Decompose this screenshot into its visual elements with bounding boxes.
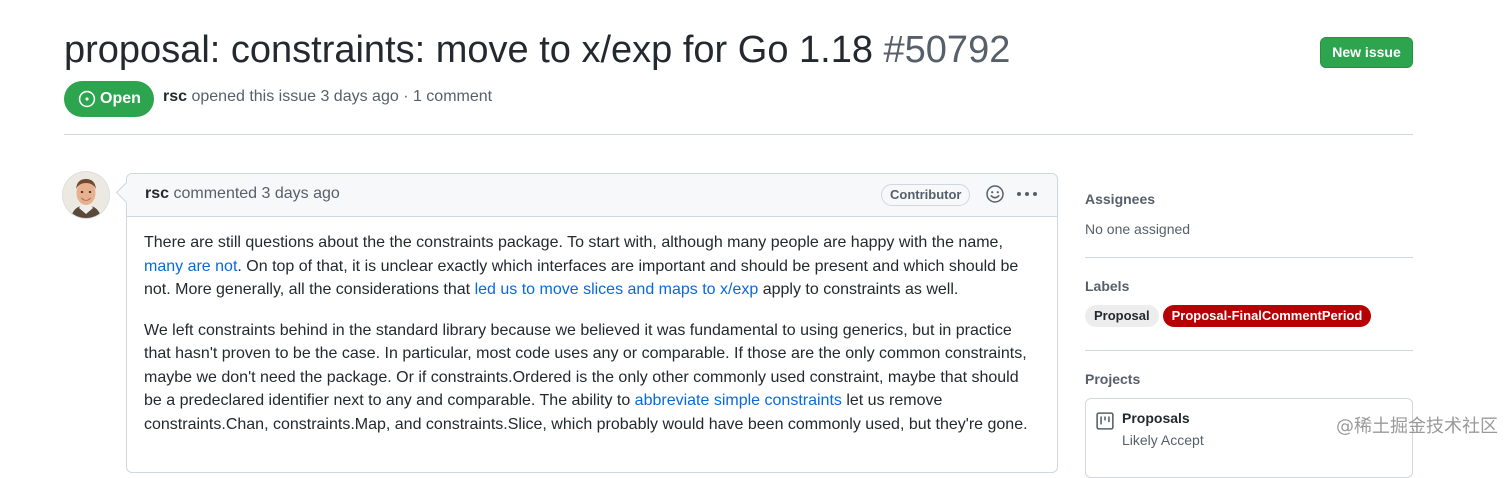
- kebab-horizontal-icon[interactable]: [1015, 184, 1039, 204]
- issue-author-link[interactable]: rsc: [163, 88, 187, 105]
- issue-meta: rsc opened this issue 3 days ago · 1 com…: [163, 88, 492, 106]
- label-proposal[interactable]: Proposal: [1085, 305, 1159, 327]
- comment-text-segment: let us remove: [841, 392, 943, 409]
- assignees-value: No one assigned: [1085, 221, 1191, 237]
- user-avatar-icon: [63, 172, 109, 218]
- comment-text-line: We left constraints behind in the standa…: [144, 321, 1012, 339]
- comment-box: rsc commented 3 days ago Contributor The…: [126, 173, 1058, 473]
- comment-text-segment: not. More generally, all the considerati…: [144, 281, 475, 298]
- issue-opened-icon: [78, 90, 96, 108]
- issue-title-text: proposal: constraints: move to x/exp for…: [64, 29, 873, 71]
- comment-paragraph-2: We left constraints behind in the standa…: [144, 319, 1040, 437]
- comment-timestamp[interactable]: commented 3 days ago: [173, 185, 339, 202]
- new-issue-button[interactable]: New issue: [1320, 37, 1413, 68]
- sidebar-divider: [1085, 257, 1413, 258]
- smiley-icon[interactable]: [985, 184, 1005, 204]
- project-card[interactable]: Proposals Likely Accept: [1085, 398, 1413, 478]
- comment-text-line: constraints.Chan, constraints.Map, and c…: [144, 415, 1028, 433]
- issue-opened-text: opened this issue 3 days ago · 1 comment: [191, 88, 493, 105]
- comment-text-segment: . On top of that, it is unclear exactly …: [237, 257, 1019, 275]
- issue-state-label: Open: [100, 90, 141, 107]
- project-status: Likely Accept: [1122, 432, 1204, 448]
- comment-text-line: not. More generally, all the considerati…: [144, 278, 1040, 302]
- watermark: @稀土掘金技术社区: [1336, 416, 1498, 437]
- comment-text-segment: apply to constraints as well.: [758, 281, 959, 298]
- comment-text-line: There are still questions about the the …: [144, 234, 1003, 251]
- abbreviate-constraints-link[interactable]: abbreviate simple constraints: [635, 392, 842, 409]
- contributor-badge: Contributor: [881, 184, 971, 206]
- avatar[interactable]: [63, 172, 109, 218]
- comment-text-line: maybe we don't need the package. Or if c…: [144, 368, 1019, 386]
- issue-number: #50792: [883, 29, 1011, 71]
- project-board-icon: [1096, 412, 1114, 430]
- header-divider: [64, 134, 1413, 135]
- sidebar-divider: [1085, 350, 1413, 351]
- labels-heading[interactable]: Labels: [1085, 278, 1129, 294]
- comment-text-line: be a predeclared identifier next to any …: [144, 389, 1040, 413]
- comment-text-line: many are not. On top of that, it is uncl…: [144, 255, 1040, 279]
- comment-paragraph-1: There are still questions about the the …: [144, 231, 1040, 302]
- many-are-not-link[interactable]: many are not: [144, 258, 237, 275]
- project-name[interactable]: Proposals: [1122, 410, 1190, 426]
- issue-state-badge: Open: [64, 81, 154, 117]
- comment-header: rsc commented 3 days ago Contributor: [127, 174, 1057, 217]
- slices-maps-xexp-link[interactable]: led us to move slices and maps to x/exp: [475, 281, 759, 298]
- issue-title: proposal: constraints: move to x/exp for…: [64, 26, 1010, 74]
- projects-heading[interactable]: Projects: [1085, 371, 1140, 387]
- comment-author-link[interactable]: rsc: [145, 185, 169, 202]
- assignees-heading[interactable]: Assignees: [1085, 191, 1155, 207]
- comment-text-line: that hasn't proven to be the case. In pa…: [144, 345, 1027, 362]
- comment-text-segment: be a predeclared identifier next to any …: [144, 392, 635, 409]
- labels-list: Proposal Proposal-FinalCommentPeriod: [1085, 305, 1375, 327]
- label-proposal-final-comment-period[interactable]: Proposal-FinalCommentPeriod: [1162, 305, 1372, 327]
- comment-body: There are still questions about the the …: [127, 217, 1057, 436]
- comment-header-text: rsc commented 3 days ago: [145, 185, 340, 203]
